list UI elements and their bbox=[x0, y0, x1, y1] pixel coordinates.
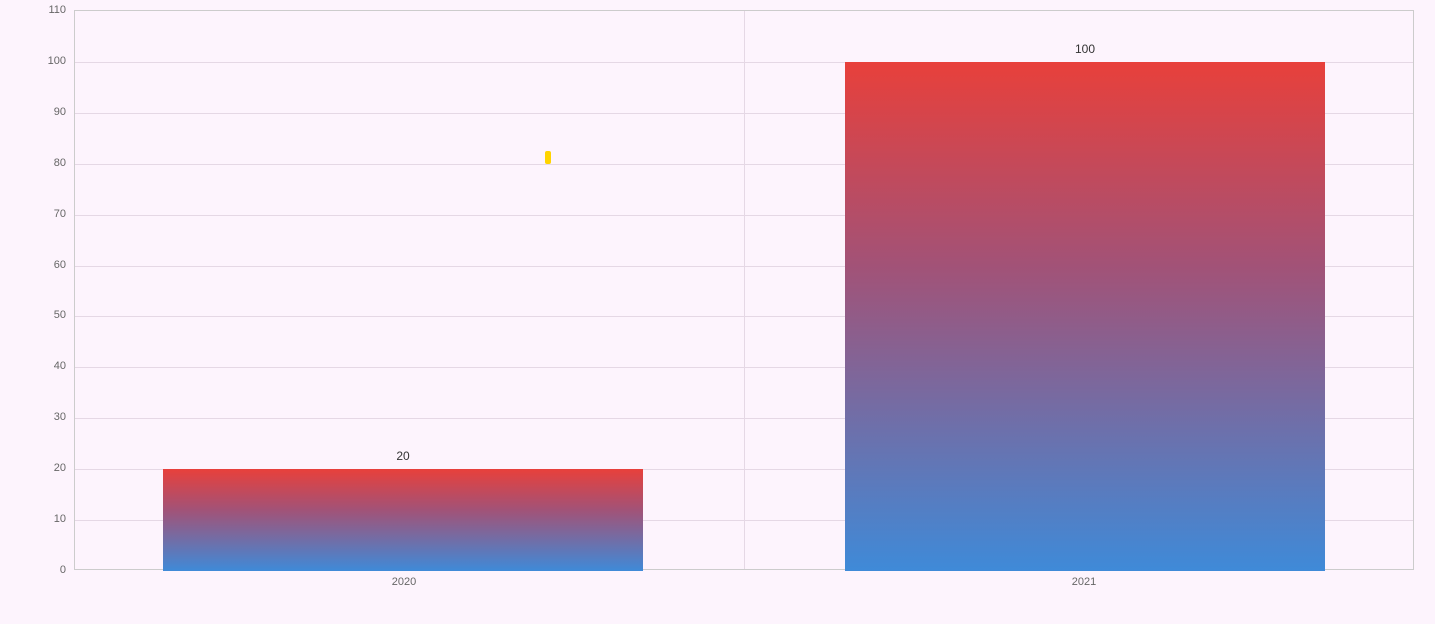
grid-v bbox=[744, 11, 745, 569]
plot-area: 20 100 bbox=[74, 10, 1414, 570]
bar-label-2021: 100 bbox=[1075, 42, 1095, 56]
y-tick-0: 0 bbox=[26, 564, 66, 576]
y-tick-40: 40 bbox=[26, 360, 66, 372]
y-tick-60: 60 bbox=[26, 259, 66, 271]
x-tick-2020: 2020 bbox=[392, 576, 416, 588]
bar-2020 bbox=[163, 469, 643, 571]
bar-label-2020: 20 bbox=[396, 449, 409, 463]
y-tick-20: 20 bbox=[26, 462, 66, 474]
chart-container: 0 10 20 30 40 50 60 70 80 90 100 110 20 … bbox=[34, 10, 1416, 590]
y-tick-90: 90 bbox=[26, 106, 66, 118]
y-tick-80: 80 bbox=[26, 157, 66, 169]
x-tick-2021: 2021 bbox=[1072, 576, 1096, 588]
y-tick-30: 30 bbox=[26, 411, 66, 423]
bar-2021 bbox=[845, 62, 1325, 571]
y-tick-100: 100 bbox=[26, 55, 66, 67]
y-tick-10: 10 bbox=[26, 513, 66, 525]
y-tick-50: 50 bbox=[26, 309, 66, 321]
y-tick-110: 110 bbox=[26, 4, 66, 16]
y-tick-70: 70 bbox=[26, 208, 66, 220]
marker-icon bbox=[545, 151, 551, 164]
